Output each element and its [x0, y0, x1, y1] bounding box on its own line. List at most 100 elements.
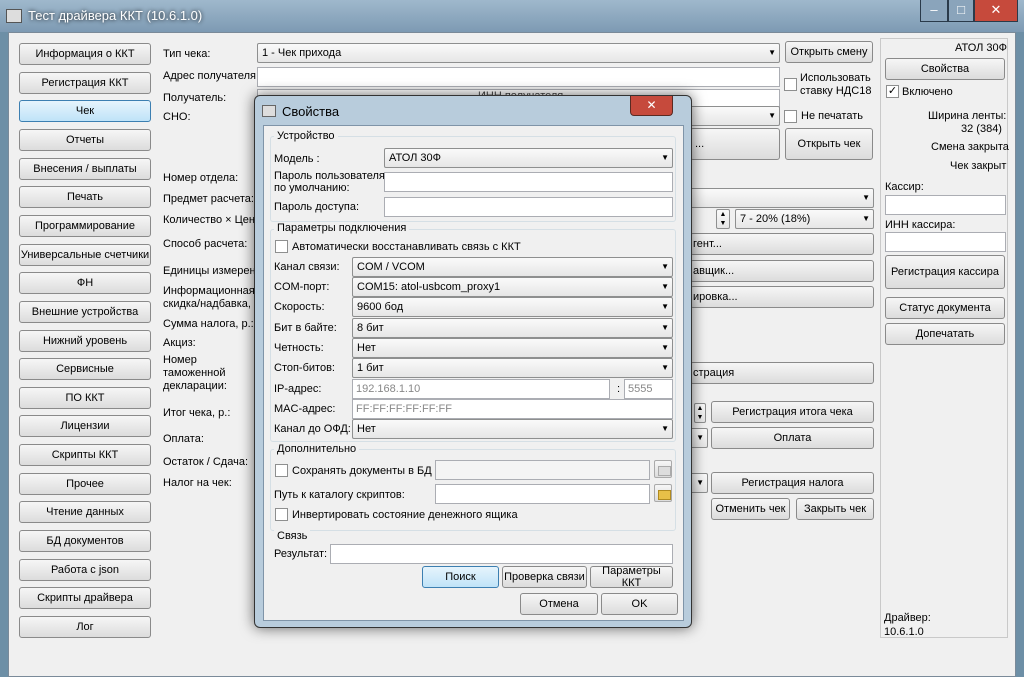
ip-address-input[interactable]: 192.168.1.10: [352, 379, 610, 399]
nav-button[interactable]: ФН: [19, 272, 151, 295]
use-vat-checkbox[interactable]: [784, 78, 797, 91]
supplier-button[interactable]: авщик...: [690, 260, 874, 282]
access-password-input[interactable]: [384, 197, 673, 217]
check-status: Чек закрыт: [950, 160, 1007, 172]
cancel-check-button[interactable]: Отменить чек: [711, 498, 790, 520]
register-total-button[interactable]: Регистрация итога чека: [711, 401, 874, 423]
result-input[interactable]: [330, 544, 673, 564]
nav-button[interactable]: Универсальные счетчики: [19, 243, 151, 266]
invert-drawer-checkbox[interactable]: [275, 508, 288, 521]
check-type-select[interactable]: 1 - Чек прихода ▼: [257, 43, 780, 63]
pay-method-label: Способ расчета:: [163, 238, 248, 250]
minimize-button[interactable]: –: [920, 0, 948, 22]
bits-label: Бит в байте:: [274, 322, 337, 334]
parity-select[interactable]: Нет ▼: [352, 338, 673, 358]
nav-button[interactable]: Лицензии: [19, 415, 151, 438]
registration-button[interactable]: страция: [690, 362, 874, 384]
auto-reconnect-label: Автоматически восстанавливать связь с КК…: [292, 241, 521, 253]
port-separator: :: [617, 383, 621, 395]
driver-label: Драйвер:: [884, 612, 931, 624]
reprint-button[interactable]: Допечатать: [885, 323, 1005, 345]
register-cashier-button[interactable]: Регистрация кассира: [885, 255, 1005, 289]
nav-button[interactable]: Лог: [19, 616, 151, 638]
stop-bits-select[interactable]: 1 бит ▼: [352, 358, 673, 378]
recipient-address-label: Адрес получателя:: [163, 70, 260, 82]
ip-port-input[interactable]: 5555: [624, 379, 673, 399]
connection-group-title: Параметры подключения: [274, 222, 410, 234]
qty-price-label: Количество × Цена: [163, 214, 254, 226]
model-select[interactable]: АТОЛ 30Ф ▼: [384, 148, 673, 168]
nav-button[interactable]: Работа с json: [19, 558, 151, 581]
model-label: Модель :: [274, 153, 320, 165]
nav-button[interactable]: Информация о ККТ: [19, 43, 151, 65]
nav-button[interactable]: БД документов: [19, 530, 151, 552]
nav-button[interactable]: Скрипты драйвера: [19, 587, 151, 610]
save-docs-checkbox[interactable]: [275, 464, 288, 477]
change-label: Остаток / Сдача:: [163, 456, 249, 468]
properties-button[interactable]: Свойства: [885, 58, 1005, 80]
kkt-params-button[interactable]: Параметры ККТ: [590, 565, 673, 589]
user-password-input[interactable]: [384, 172, 673, 192]
cancel-button[interactable]: Отмена: [520, 593, 598, 615]
info-discount-label: Информационная скидка/надбавка,: [163, 285, 255, 310]
db-folder-icon[interactable]: [654, 460, 672, 478]
nav-button[interactable]: Регистрация ККТ: [19, 71, 151, 94]
nav-button[interactable]: Чтение данных: [19, 501, 151, 524]
check-type-label: Тип чека:: [163, 48, 211, 60]
nav-button[interactable]: Программирование: [19, 214, 151, 237]
channel-label: Канал связи:: [274, 261, 340, 273]
db-path-input[interactable]: [435, 460, 650, 480]
vat-select[interactable]: 7 - 20% (18%) ▼: [735, 209, 874, 229]
ok-button[interactable]: OK: [601, 593, 678, 615]
channel-select[interactable]: COM / VCOM ▼: [352, 257, 673, 277]
nav-button[interactable]: ПО ККТ: [19, 386, 151, 409]
payment-button[interactable]: Оплата: [711, 427, 874, 449]
doc-status-button[interactable]: Статус документа: [885, 297, 1005, 319]
com-port-select[interactable]: COM15: atol-usbcom_proxy1 ▼: [352, 277, 673, 297]
maximize-button[interactable]: □: [948, 0, 974, 22]
nav-button[interactable]: Печать: [19, 186, 151, 209]
search-button[interactable]: Поиск: [422, 566, 499, 588]
scripts-path-input[interactable]: [435, 484, 650, 504]
close-button[interactable]: ✕: [974, 0, 1018, 22]
qty-spinner[interactable]: ▲ ▼: [716, 209, 730, 229]
total-spinner[interactable]: ▲ ▼: [694, 403, 706, 423]
payment-select[interactable]: ▼: [690, 428, 708, 448]
speed-select[interactable]: 9600 бод ▼: [352, 297, 673, 317]
nav-button[interactable]: Прочее: [19, 472, 151, 495]
dialog-close-button[interactable]: ✕: [630, 96, 673, 116]
nav-button[interactable]: Внесения / выплаты: [19, 157, 151, 180]
open-check-button[interactable]: Открыть чек: [785, 128, 873, 160]
check-link-button[interactable]: Проверка связи: [502, 566, 587, 588]
close-check-button[interactable]: Закрыть чек: [796, 498, 874, 520]
cashier-input[interactable]: [885, 195, 1006, 215]
sno-label: СНО:: [163, 111, 191, 123]
enabled-checkbox[interactable]: ✓: [886, 85, 899, 98]
nav-button[interactable]: Нижний уровень: [19, 329, 151, 352]
register-tax-button[interactable]: Регистрация налога: [711, 472, 874, 494]
subject-select[interactable]: ▼: [690, 188, 874, 208]
nav-button[interactable]: Внешние устройства: [19, 300, 151, 323]
bits-select[interactable]: 8 бит ▼: [352, 318, 673, 338]
nav-button[interactable]: Чек: [19, 100, 151, 123]
payment-label: Оплата:: [163, 433, 204, 445]
ofd-channel-select[interactable]: Нет ▼: [352, 419, 673, 439]
markup-button[interactable]: ировка...: [690, 286, 874, 308]
mac-address-input[interactable]: FF:FF:FF:FF:FF:FF: [352, 399, 673, 419]
options-button[interactable]: ...: [690, 128, 780, 160]
tax-select[interactable]: ▼: [690, 473, 708, 493]
recipient-address-input[interactable]: [257, 67, 780, 87]
open-shift-button[interactable]: Открыть смену: [785, 41, 873, 63]
scripts-folder-icon[interactable]: [654, 484, 672, 502]
sno-select[interactable]: ▼: [690, 106, 780, 126]
no-print-checkbox[interactable]: [784, 110, 797, 123]
nav-button[interactable]: Скрипты ККТ: [19, 444, 151, 467]
tax-sum-label: Сумма налога, р.:: [163, 318, 254, 330]
properties-dialog: Свойства ✕ Устройство Модель : АТОЛ 30Ф ▼…: [254, 95, 692, 628]
auto-reconnect-checkbox[interactable]: [275, 240, 288, 253]
cashier-inn-input[interactable]: [885, 232, 1006, 252]
agent-button[interactable]: гент...: [690, 233, 874, 255]
title-bar: Тест драйвера ККТ (10.6.1.0) – □ ✕: [0, 0, 1024, 32]
nav-button[interactable]: Отчеты: [19, 128, 151, 151]
nav-button[interactable]: Сервисные: [19, 358, 151, 381]
